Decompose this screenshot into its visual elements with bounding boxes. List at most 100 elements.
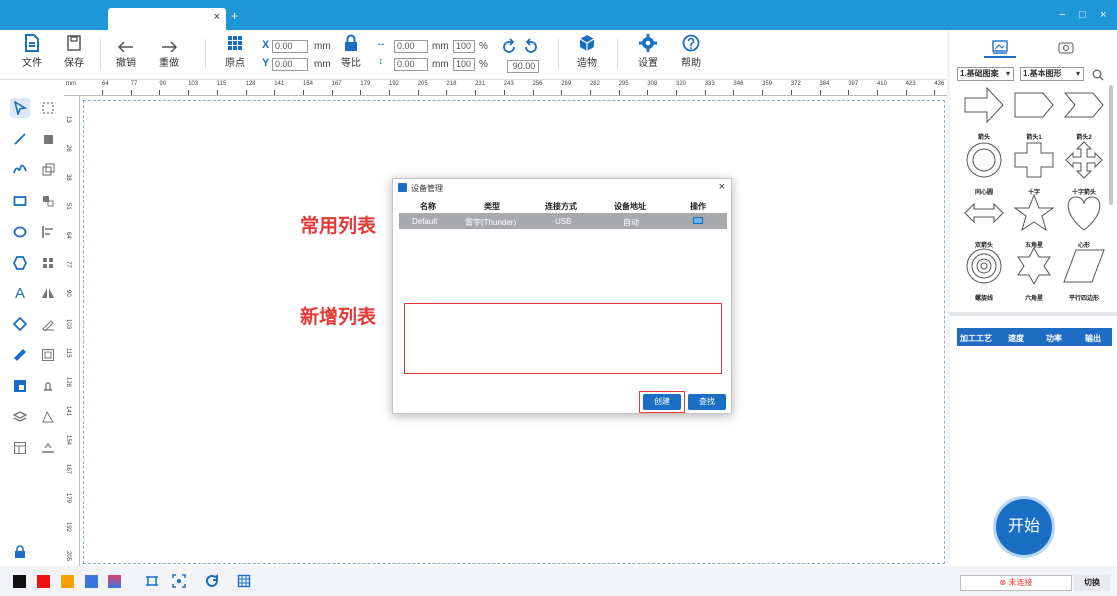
array-tool[interactable] [38,253,58,273]
height-input[interactable]: 0.00 [394,58,428,71]
mirror-tool[interactable] [38,283,58,303]
shape-heart[interactable]: 心形 [1058,193,1110,251]
object-button[interactable]: 造物 [577,34,597,69]
file-button[interactable]: 文件 [22,34,42,69]
rotate-input[interactable]: 90.00 [507,60,539,73]
ruler-tick-mark [589,90,591,95]
fill-tool[interactable] [38,129,58,149]
width-percent-input[interactable]: 100 [453,40,475,53]
shape-parallelogram[interactable]: 平行四边形 [1058,246,1110,304]
ruler-tick-mark [848,90,850,95]
device-name: Default [412,217,438,226]
maximize-button[interactable]: □ [1079,9,1086,21]
shape-arrow[interactable]: 箭头 [958,85,1010,143]
grid-icon[interactable] [237,574,251,588]
origin-button[interactable]: 原点 [225,34,245,69]
settings-button[interactable]: 设置 [638,34,658,69]
ruler-tick-mark [389,90,390,95]
measure-tool[interactable] [10,345,30,365]
shape-arrow2[interactable]: 箭头2 [1058,85,1110,143]
copy-tool[interactable] [38,160,58,180]
line-tool[interactable] [10,129,30,149]
shape-arrow1[interactable]: 箭头1 [1008,85,1060,143]
ruler-tick-label: 397 [848,81,859,87]
rectangle-tool[interactable] [10,191,30,211]
color-swatch-blue[interactable] [85,575,98,588]
color-swatch-red[interactable] [37,575,50,588]
shape-cross-arrow[interactable]: 十字箭头 [1058,140,1110,198]
ruler-tick-mark [302,90,304,95]
lasso-tool[interactable] [38,98,58,118]
ruler-tick-mark [417,90,419,95]
start-button[interactable]: 开始 [993,496,1055,558]
redo-button[interactable]: 重做 [159,34,179,69]
dialog-close-icon[interactable]: × [719,181,725,193]
equal-ratio-button[interactable]: 等比 [341,34,361,69]
curve-tool[interactable] [10,160,30,180]
ruler-tick-mark [876,90,878,95]
color-swatch-black[interactable] [13,575,26,588]
cursor-icon [13,101,27,115]
header-connection: 连接方式 [545,202,577,211]
shape-double-arrow[interactable]: 双箭头 [958,193,1010,251]
eraser-tool[interactable] [10,314,30,334]
help-button[interactable]: 帮助 [681,34,701,69]
device-row[interactable]: Default 雷宇(Thunder) USB 自动 [399,213,727,229]
minimize-button[interactable]: − [1059,9,1065,21]
lock-tool[interactable] [10,542,30,562]
ruler-tick-mark [561,90,563,95]
align-tool[interactable] [38,222,58,242]
monitor-icon[interactable] [693,217,703,225]
path-tool[interactable] [38,407,58,427]
refresh-icon[interactable] [205,574,219,588]
search-icon[interactable] [1092,69,1104,81]
frame-tool[interactable] [38,345,58,365]
group-tool[interactable] [38,191,58,211]
focus-icon[interactable] [172,574,186,588]
height-percent-input[interactable]: 100 [453,58,475,71]
ruler-tick-label: 77 [130,81,138,87]
ruler-tick-label: 90 [65,290,71,297]
image-tab-icon[interactable] [992,40,1008,54]
document-tab[interactable]: × [108,8,226,30]
edit-node-tool[interactable] [38,314,58,334]
ellipse-tool[interactable] [10,222,30,242]
frame-select-icon[interactable] [145,574,159,588]
y-input[interactable]: 0.00 [272,58,308,71]
array-icon [43,258,53,268]
close-window-button[interactable]: × [1100,9,1106,21]
shape-cross[interactable]: 十字 [1008,140,1060,198]
shape-star6[interactable]: 六角星 [1008,246,1060,304]
add-tab-icon[interactable]: + [231,9,238,23]
subcategory-select[interactable]: 1.基本图形 ▾ [1020,67,1084,81]
color-swatch-gradient[interactable] [108,575,121,588]
rotate-left-icon[interactable] [501,38,517,54]
select-tool[interactable] [10,98,30,118]
find-button[interactable]: 查找 [688,394,726,410]
ruler-tick-label: 103 [65,319,71,330]
image-tool[interactable] [10,376,30,396]
connection-status-text: 未连接 [1008,578,1033,587]
switch-button[interactable]: 切换 [1074,575,1110,591]
table-tool[interactable] [10,438,30,458]
shape-concentric[interactable]: 同心圆 [958,140,1010,198]
color-swatch-orange[interactable] [61,575,74,588]
create-button[interactable]: 创建 [643,394,681,410]
undo-button[interactable]: 撤销 [116,34,136,69]
tab-close-icon[interactable]: × [214,11,220,23]
save-button[interactable]: 保存 [64,34,84,69]
stamp-tool[interactable] [38,376,58,396]
category-select[interactable]: 1.基础图案 ▾ [957,67,1014,81]
scan-tool[interactable] [38,438,58,458]
text-tool[interactable]: A [10,283,30,303]
x-input[interactable]: 0.00 [272,40,308,53]
camera-tab-icon[interactable] [1058,40,1074,54]
width-input[interactable]: 0.00 [394,40,428,53]
layers-tool[interactable] [10,407,30,427]
rotate-right-icon[interactable] [523,38,539,54]
ruler-tick-label: 154 [65,435,71,446]
shape-spiral[interactable]: 螺旋线 [958,246,1010,304]
polygon-tool[interactable] [10,253,30,273]
category-value: 1.基础图案 [960,69,999,78]
shape-star5[interactable]: 五角星 [1008,193,1060,251]
